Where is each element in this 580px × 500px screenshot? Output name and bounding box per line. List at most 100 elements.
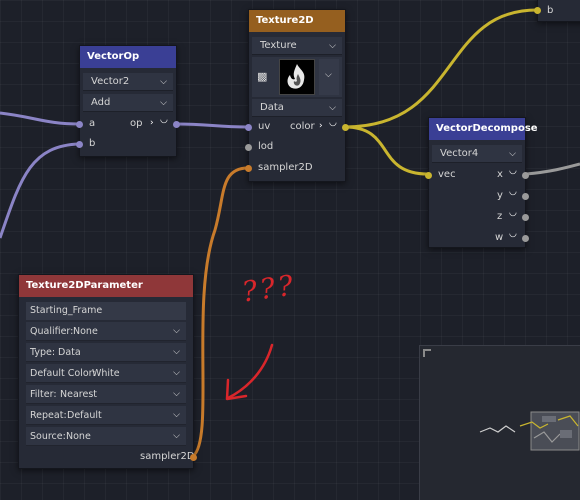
- chevron-down-icon: ⌵: [173, 326, 180, 336]
- field-value: None: [66, 431, 91, 442]
- port-cap-icon: ◡: [509, 229, 517, 239]
- vector-type-dropdown[interactable]: Vector4 ⌵: [432, 145, 522, 163]
- dropdown-value: Add: [91, 97, 111, 108]
- chevron-down-icon: ⌵: [173, 410, 180, 420]
- node-title: Texture2D: [249, 10, 345, 32]
- port-label-op: op: [130, 118, 143, 129]
- output-port-y[interactable]: [522, 193, 529, 200]
- repeat-dropdown[interactable]: Repeat: Default ⌵: [26, 406, 186, 425]
- chevron-down-icon: ⌵: [509, 149, 516, 159]
- output-port-op[interactable]: [173, 121, 180, 128]
- output-port-z[interactable]: [522, 214, 529, 221]
- minimap-panel[interactable]: [419, 345, 580, 500]
- minimap-graph-preview: [479, 411, 580, 451]
- chevron-down-icon: ⌵: [329, 41, 336, 51]
- type-dropdown[interactable]: Type: Data ⌵: [26, 343, 186, 362]
- wire-into-vectorop-b: [0, 142, 81, 239]
- port-label-b: b: [89, 138, 96, 149]
- chevron-down-icon: ⌵: [160, 98, 167, 108]
- field-label: Source:: [30, 431, 66, 442]
- default-color-dropdown[interactable]: Default Color: White ⌵: [26, 364, 186, 383]
- output-port-w[interactable]: [522, 235, 529, 242]
- film-icon: ▩: [257, 70, 268, 83]
- field-value: White: [92, 368, 120, 379]
- port-cap-icon: ◡: [509, 208, 517, 218]
- field-label: Qualifier:: [30, 326, 74, 337]
- chevron-down-icon: ⌵: [173, 368, 180, 378]
- port-cap-icon: ◡: [329, 118, 337, 128]
- wire-color-to-vec: [344, 125, 429, 176]
- texture-picker-button[interactable]: ⌵: [319, 59, 339, 95]
- port-label-color: color: [290, 121, 315, 132]
- port-cap-icon: ◡: [509, 187, 517, 197]
- port-cap-icon: ◡: [509, 166, 517, 176]
- input-port-vec[interactable]: [425, 172, 432, 179]
- vectordecompose-node[interactable]: VectorDecompose Vector4 ⌵ vec x ◡ y ◡ z …: [425, 117, 538, 248]
- chevron-right-icon[interactable]: ›: [319, 121, 323, 131]
- field-label: Type:: [30, 347, 56, 358]
- texture2d-parameter-node[interactable]: Texture2DParameter Starting_Frame Qualif…: [18, 274, 197, 469]
- port-label-b: b: [547, 5, 554, 16]
- chevron-down-icon: ⌵: [325, 70, 332, 80]
- field-label: Repeat:: [30, 410, 67, 421]
- input-port-lod[interactable]: [245, 144, 252, 151]
- source-dropdown[interactable]: Source: None ⌵: [26, 427, 186, 446]
- dropdown-value: Vector2: [91, 76, 130, 87]
- operation-dropdown[interactable]: Add ⌵: [83, 94, 173, 112]
- texture2d-node[interactable]: Texture2D Texture ⌵ ▩ ⌵ Data ⌵ uv lod sa…: [245, 9, 349, 182]
- node-title: VectorOp: [80, 46, 176, 68]
- chevron-down-icon: ⌵: [173, 431, 180, 441]
- port-cap-icon: ◡: [160, 115, 168, 125]
- port-label-y: y: [497, 190, 503, 201]
- dropdown-value: Texture: [260, 40, 297, 51]
- port-label-uv: uv: [258, 121, 271, 132]
- wire-color-to-b: [344, 8, 538, 129]
- port-label-vec: vec: [438, 169, 456, 180]
- annotation-arrow: [226, 343, 274, 400]
- wire-sampler2d: [191, 166, 249, 458]
- chevron-down-icon: ⌵: [173, 347, 180, 357]
- filter-dropdown[interactable]: Filter: Nearest ⌵: [26, 385, 186, 404]
- vector-type-dropdown[interactable]: Vector2 ⌵: [83, 73, 173, 91]
- chevron-down-icon: ⌵: [173, 389, 180, 399]
- chevron-down-icon: ⌵: [160, 77, 167, 87]
- input-port-b[interactable]: [76, 141, 83, 148]
- texture-source-dropdown[interactable]: Texture ⌵: [252, 37, 342, 55]
- port-label-x: x: [497, 169, 503, 180]
- port-label-sampler2d: sampler2D: [140, 451, 195, 462]
- input-port-b[interactable]: [534, 7, 541, 14]
- vectorop-node[interactable]: VectorOp Vector2 ⌵ Add ⌵ a b op › ◡: [76, 45, 180, 157]
- flame-texture-preview: [287, 64, 305, 89]
- texture-picker[interactable]: ▩ ⌵: [252, 57, 342, 97]
- output-port-color[interactable]: [342, 124, 349, 131]
- output-port-sampler2d[interactable]: [190, 454, 197, 461]
- port-label-w: w: [495, 232, 504, 243]
- annotation-text: ???: [239, 268, 299, 309]
- texture-thumbnail[interactable]: [279, 59, 315, 95]
- output-port-x[interactable]: [522, 172, 529, 179]
- field-value: None: [73, 326, 98, 337]
- wire-op-to-uv: [175, 122, 249, 129]
- partial-node-top-right[interactable]: b: [534, 0, 580, 22]
- annotation-arrowhead: [225, 378, 248, 401]
- field-value: Data: [58, 347, 81, 358]
- data-type-dropdown[interactable]: Data ⌵: [252, 99, 342, 117]
- dropdown-value: Vector4: [440, 148, 479, 159]
- node-title: Texture2DParameter: [19, 275, 193, 297]
- chevron-down-icon: ⌵: [329, 103, 336, 113]
- port-label-z: z: [497, 211, 503, 222]
- node-title: VectorDecompose: [429, 118, 538, 140]
- dropdown-value: Data: [260, 102, 284, 113]
- port-label-a: a: [89, 118, 96, 129]
- field-label: Filter:: [30, 389, 57, 400]
- input-port-sampler2d[interactable]: [245, 165, 252, 172]
- input-port-a[interactable]: [76, 121, 83, 128]
- field-value: Nearest: [60, 389, 97, 400]
- input-port-uv[interactable]: [245, 124, 252, 131]
- field-label: Default Color:: [30, 368, 96, 379]
- qualifier-dropdown[interactable]: Qualifier: None ⌵: [26, 322, 186, 341]
- parameter-name-input[interactable]: Starting_Frame: [26, 302, 186, 320]
- chevron-right-icon[interactable]: ›: [150, 118, 154, 128]
- wire-x-out: [525, 162, 580, 176]
- port-label-sampler2d: sampler2D: [258, 162, 313, 173]
